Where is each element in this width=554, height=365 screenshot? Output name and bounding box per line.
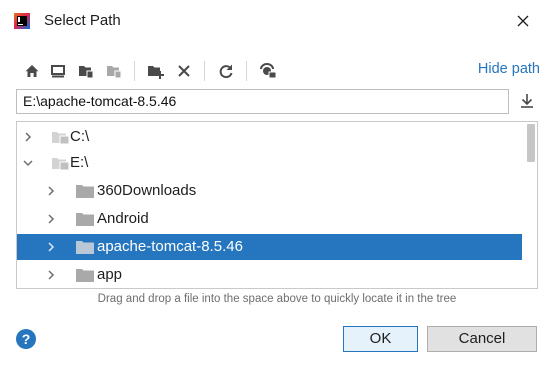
project-folder-icon (79, 66, 94, 79)
chevron-right-icon[interactable] (45, 241, 57, 253)
ok-button[interactable]: OK (343, 326, 418, 352)
delete-icon (178, 65, 190, 77)
help-button[interactable]: ? (16, 329, 36, 349)
download-button[interactable] (518, 91, 538, 113)
chevron-right-icon[interactable] (22, 131, 34, 143)
tree-item-label: C:\ (70, 128, 90, 145)
desktop-button[interactable] (46, 58, 70, 84)
chevron-down-icon[interactable] (22, 157, 34, 169)
intellij-logo-icon (14, 13, 30, 29)
toolbar-separator (246, 61, 247, 81)
close-button[interactable] (508, 6, 538, 36)
file-tree[interactable]: C:\ E:\ 360Downloads Android apache-tomc… (16, 121, 538, 289)
new-folder-button[interactable] (144, 58, 168, 84)
path-input[interactable]: E:\apache-tomcat-8.5.46 (16, 89, 509, 114)
toolbar: Hide path (20, 58, 540, 86)
tree-item-label: E:\ (70, 154, 89, 171)
chevron-right-icon[interactable] (45, 213, 57, 225)
title-bar: Select Path (0, 0, 554, 42)
tree-item-label: 360Downloads (97, 182, 197, 199)
hide-path-link[interactable]: Hide path (478, 61, 540, 77)
delete-button[interactable] (172, 58, 196, 84)
folder-icon (76, 241, 94, 254)
refresh-button[interactable] (214, 58, 238, 84)
tree-item-label: app (97, 266, 123, 283)
home-button[interactable] (20, 58, 44, 84)
tree-row-folder-selected[interactable]: apache-tomcat-8.5.46 (17, 234, 522, 260)
folder-icon (76, 269, 94, 282)
cancel-button[interactable]: Cancel (427, 326, 537, 352)
home-icon (25, 65, 39, 77)
drive-icon (52, 158, 70, 171)
project-button[interactable] (74, 58, 98, 84)
toolbar-separator (134, 61, 135, 81)
chevron-right-icon[interactable] (45, 185, 57, 197)
chevron-right-icon[interactable] (45, 269, 57, 281)
new-folder-icon (148, 66, 164, 79)
download-icon (521, 94, 533, 108)
toolbar-separator (204, 61, 205, 81)
close-icon (517, 15, 529, 27)
show-hidden-button[interactable] (256, 58, 280, 84)
drag-drop-hint: Drag and drop a file into the space abov… (97, 293, 457, 305)
tree-scrollbar[interactable] (527, 124, 535, 286)
folder-icon (76, 213, 94, 226)
refresh-icon (219, 64, 233, 79)
scrollbar-thumb[interactable] (527, 124, 535, 162)
tree-row-folder[interactable]: app (17, 262, 522, 288)
desktop-icon (51, 65, 65, 78)
module-folder-icon (107, 66, 122, 79)
show-hidden-icon (260, 63, 277, 79)
tree-row-folder[interactable]: Android (17, 206, 522, 232)
tree-row-folder[interactable]: 360Downloads (17, 178, 522, 204)
module-button[interactable] (102, 58, 126, 84)
tree-item-label: apache-tomcat-8.5.46 (97, 238, 243, 255)
drive-icon (52, 132, 70, 145)
tree-row-c-drive[interactable]: C:\ (17, 124, 522, 150)
tree-item-label: Android (97, 210, 149, 227)
select-path-dialog: Select Path Hide path E:\apache-tomcat-8… (0, 0, 554, 365)
tree-row-e-drive[interactable]: E:\ (17, 150, 522, 176)
folder-icon (76, 185, 94, 198)
dialog-title: Select Path (44, 12, 121, 29)
